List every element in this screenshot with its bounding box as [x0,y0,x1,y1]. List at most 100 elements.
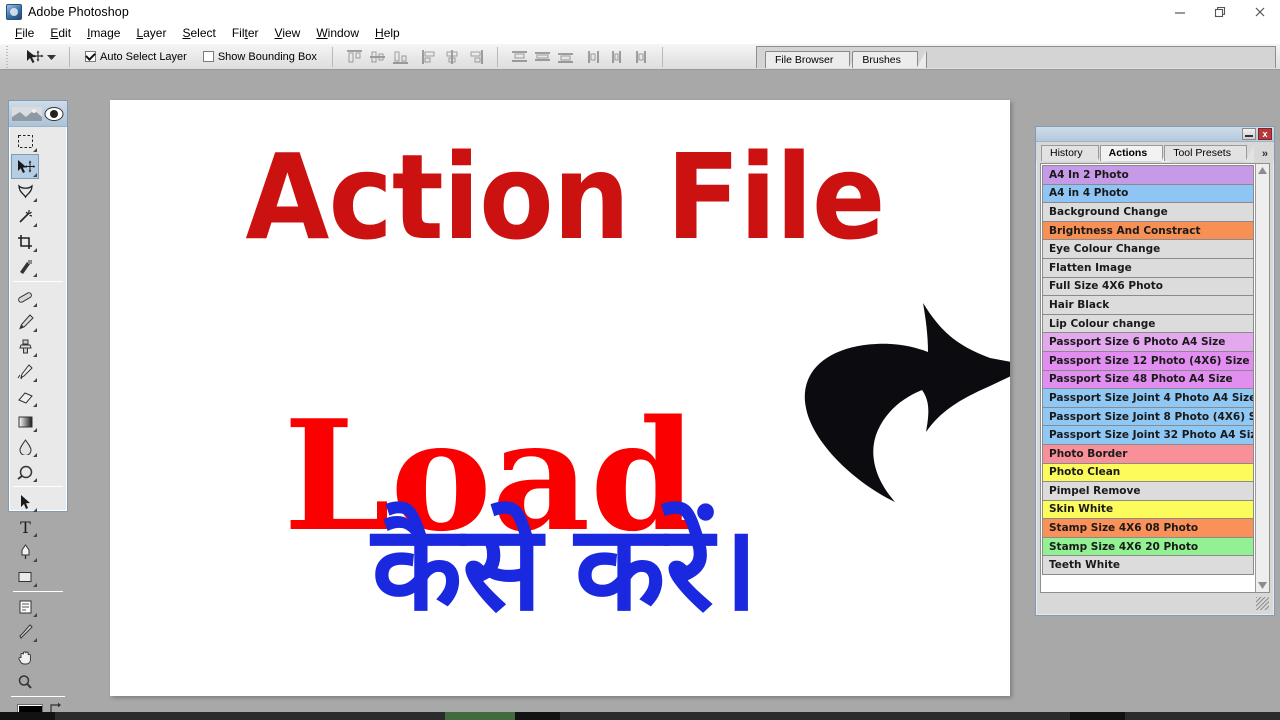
action-row[interactable]: Passport Size Joint 32 Photo A4 Size [1042,425,1254,445]
action-row[interactable]: Passport Size Joint 8 Photo (4X6) Si... [1042,406,1254,427]
tool-notes[interactable] [11,594,39,619]
clone-stamp-tool-icon [18,339,32,353]
show-bounding-box-checkbox[interactable]: Show Bounding Box [195,51,325,63]
actions-list[interactable]: A4 In 2 Photo A4 in 4 Photo Background Cha… [1041,164,1255,592]
action-row[interactable]: Full Size 4X6 Photo [1042,276,1254,297]
show-bounding-box-box[interactable] [202,51,214,62]
tool-rectangle-shape[interactable] [11,564,39,589]
rectangle-shape-tool-icon [18,571,32,582]
palette-footer [1040,595,1270,612]
window-title: Adobe Photoshop [28,4,129,19]
tool-gradient[interactable] [11,409,39,434]
tool-lasso[interactable] [11,179,39,204]
menu-filter[interactable]: Filter [224,26,267,40]
actions-scrollbar[interactable] [1255,164,1269,592]
palette-expand-chevron-icon[interactable]: » [1262,148,1268,160]
action-row[interactable]: Passport Size 48 Photo A4 Size [1042,369,1254,390]
action-row[interactable]: Passport Size 12 Photo (4X6) Size [1042,350,1254,371]
svg-text:T: T [20,519,31,535]
distribute-top-edges-icon [511,50,527,62]
action-row[interactable]: Brightness And Constract [1042,220,1254,241]
menu-help[interactable]: Help [367,26,408,40]
menu-edit[interactable]: Edit [42,26,79,40]
action-row[interactable]: Eye Colour Change [1042,239,1254,259]
tool-marquee[interactable] [11,129,39,154]
palette-minimize-button[interactable] [1242,128,1256,140]
menu-view[interactable]: View [267,26,309,40]
tool-healing-brush[interactable] [11,284,39,309]
toolbox-header[interactable] [9,101,67,127]
tool-crop[interactable] [11,229,39,254]
menu-select[interactable]: Select [174,26,223,40]
menu-file-rest: ile [22,26,35,40]
action-row[interactable]: A4 in 4 Photo [1042,183,1254,204]
action-row[interactable]: Photo Clean [1042,462,1254,483]
action-row[interactable]: Teeth White [1042,555,1254,576]
action-row[interactable]: Passport Size Joint 4 Photo A4 Size [1042,388,1254,408]
tool-brush[interactable] [11,309,39,334]
action-row[interactable]: Stamp Size 4X6 20 Photo [1042,536,1254,557]
minimize-button[interactable] [1160,0,1200,23]
options-divider-2 [331,46,333,67]
action-row[interactable]: Flatten Image [1042,257,1254,278]
menu-window[interactable]: Window [308,26,367,40]
distribute-left-edges-icon [587,50,599,63]
active-tool-preset[interactable] [16,47,62,67]
palette-well-tab-file-browser[interactable]: File Browser [765,51,851,68]
action-row[interactable]: Hair Black [1042,295,1254,315]
auto-select-layer-box[interactable] [85,51,96,62]
action-row-label: Background Change [1049,205,1168,218]
move-tool-icon [17,159,35,173]
tool-slice[interactable] [11,254,39,279]
tool-move[interactable] [11,154,39,179]
scroll-down-arrow-icon[interactable] [1256,579,1269,592]
close-button[interactable] [1240,0,1280,23]
action-row[interactable]: Background Change [1042,202,1254,222]
pen-tool-icon [21,543,29,559]
tool-hand[interactable] [11,644,39,669]
auto-select-layer-checkbox[interactable]: Auto Select Layer [77,51,195,63]
action-row[interactable]: Stamp Size 4X6 08 Photo [1042,518,1254,538]
action-row-label: Full Size 4X6 Photo [1049,280,1164,293]
tool-eyedropper[interactable] [11,619,39,644]
tool-path-selection[interactable] [11,489,39,514]
options-bar-grip[interactable] [4,45,13,68]
action-row[interactable]: Pimpel Remove [1042,481,1254,501]
menu-layer[interactable]: Layer [128,26,174,40]
tool-zoom[interactable] [11,669,39,694]
palette-resize-grip[interactable] [1256,597,1269,610]
scroll-up-arrow-icon[interactable] [1256,164,1269,177]
history-brush-tool-icon [17,363,33,379]
action-row-label: Photo Border [1049,447,1128,460]
tab-tool-presets[interactable]: Tool Presets [1164,145,1254,162]
tool-dodge[interactable] [11,459,39,484]
action-row-label: Eye Colour Change [1049,243,1161,256]
toolbox-divider-4 [11,696,65,697]
tab-history[interactable]: History [1041,145,1106,162]
action-row[interactable]: Photo Border [1042,443,1254,464]
menu-image[interactable]: Image [79,26,128,40]
video-player-strip[interactable] [0,712,1280,720]
menu-file[interactable]: File [7,26,42,40]
tool-type[interactable]: T [11,514,39,539]
headline-action-file: Action File [245,128,885,266]
palette-well-tab-brushes[interactable]: Brushes [852,51,918,68]
video-strip-segment-2 [560,712,1070,720]
maximize-button[interactable] [1200,0,1240,23]
tab-actions[interactable]: Actions [1099,145,1170,162]
document-canvas[interactable]: Action File Load कैसे करें। [110,100,1010,696]
action-row[interactable]: Passport Size 6 Photo A4 Size [1042,332,1254,352]
tool-clone-stamp[interactable] [11,334,39,359]
action-row[interactable]: A4 In 2 Photo [1042,165,1254,185]
action-row-label: Photo Clean [1049,466,1121,479]
action-row-label: Passport Size 48 Photo A4 Size [1049,373,1233,386]
action-row[interactable]: Skin White [1042,499,1254,520]
tool-magic-wand[interactable] [11,204,39,229]
action-row-label: Passport Size Joint 32 Photo A4 Size [1049,429,1254,442]
palette-close-button[interactable]: x [1258,128,1272,140]
action-row[interactable]: Lip Colour change [1042,313,1254,334]
tool-blur[interactable] [11,434,39,459]
tool-pen[interactable] [11,539,39,564]
tool-eraser[interactable] [11,384,39,409]
tool-history-brush[interactable] [11,359,39,384]
